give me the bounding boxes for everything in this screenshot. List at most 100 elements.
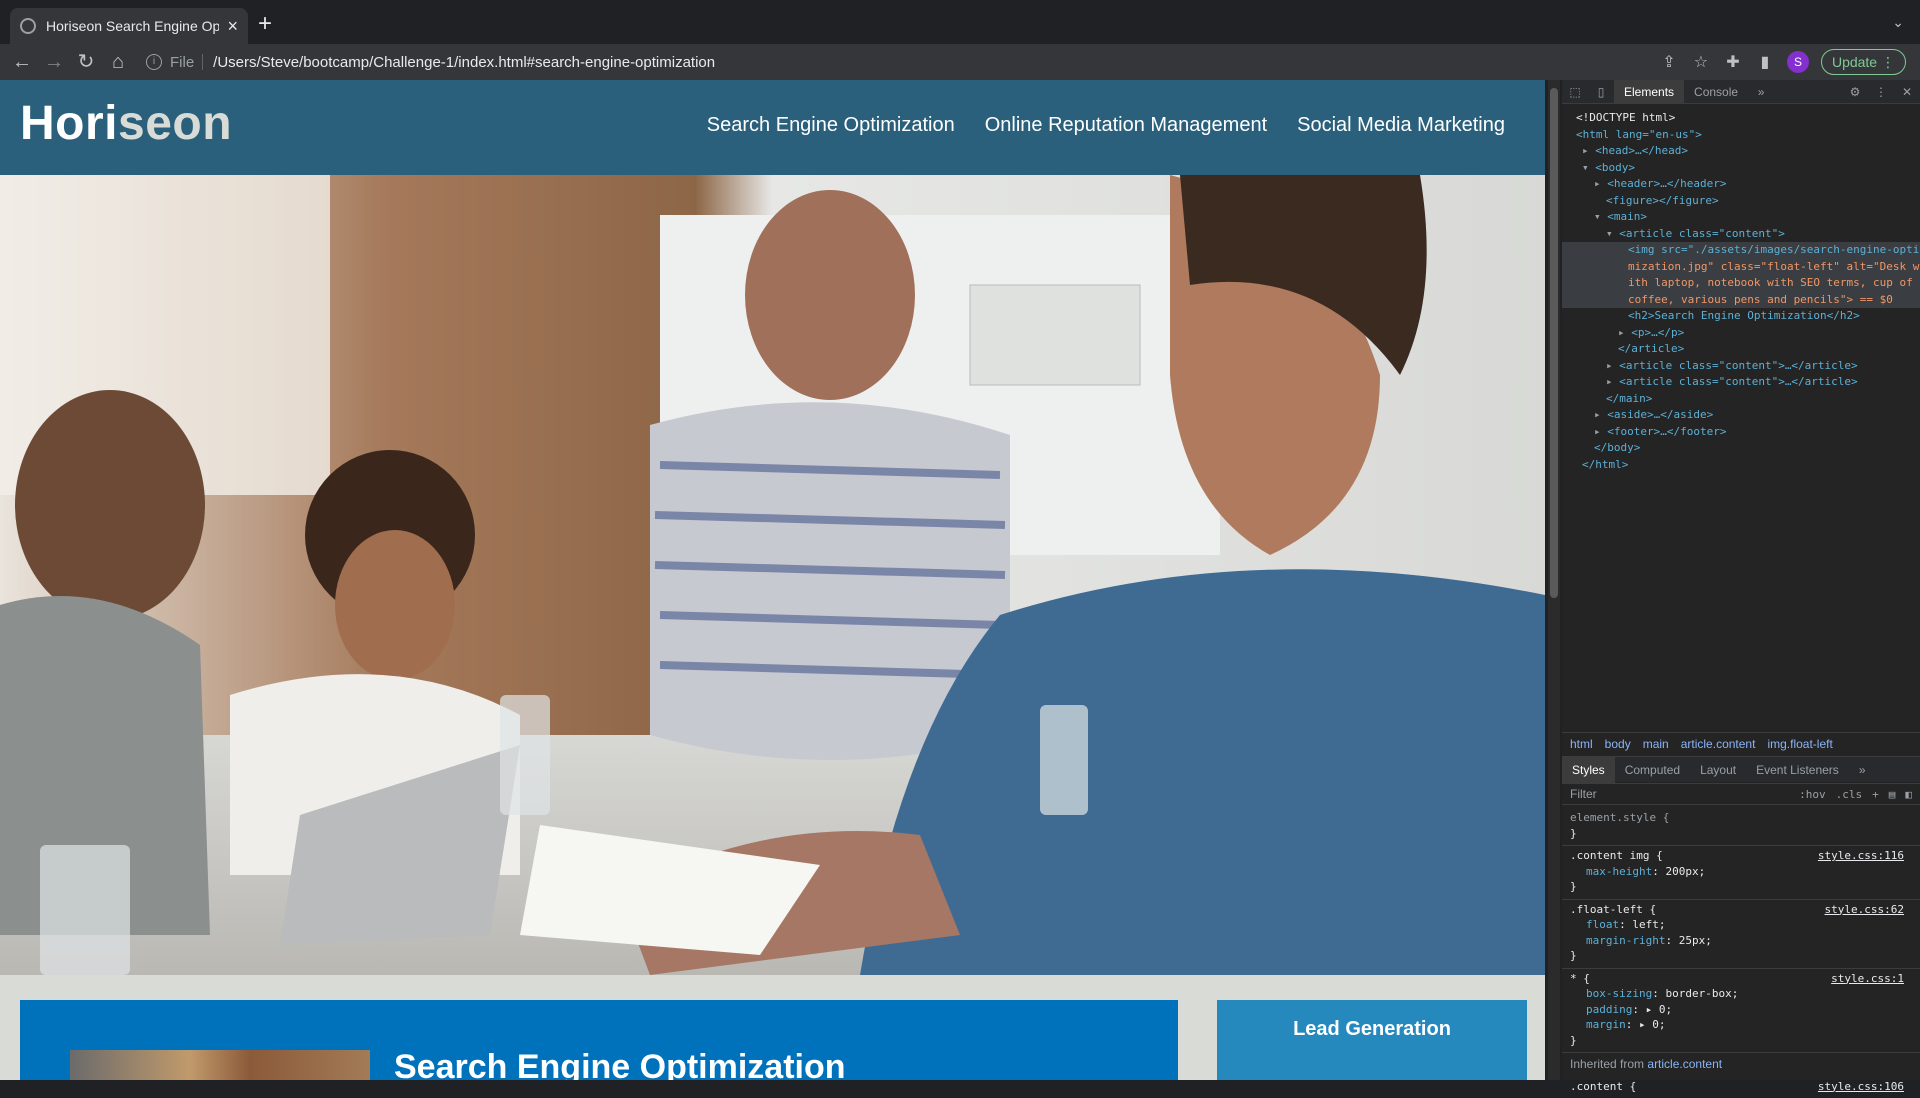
dom-tree: <!DOCTYPE html> <html lang="en-us"> ▸ <h…: [1562, 104, 1920, 473]
site-header: Horiseon Search Engine Optimization Onli…: [0, 80, 1545, 175]
breadcrumb-item[interactable]: main: [1643, 737, 1669, 751]
tab-elements[interactable]: Elements: [1614, 80, 1684, 104]
benefit-lead-generation: Lead Generation: [1217, 1000, 1527, 1080]
dom-node[interactable]: ▸ <article class="content">…</article>: [1576, 358, 1920, 375]
more-tabs-icon[interactable]: »: [1849, 757, 1876, 783]
site-logo[interactable]: Horiseon: [20, 96, 232, 151]
close-devtools-icon[interactable]: ✕: [1894, 85, 1920, 99]
dom-node[interactable]: </html>: [1576, 457, 1920, 474]
rule-selector: element.style {: [1570, 810, 1912, 826]
rule-source-link[interactable]: style.css:1: [1831, 971, 1904, 987]
new-rule-icon[interactable]: +: [1872, 788, 1879, 801]
css-prop-value[interactable]: 200px;: [1665, 865, 1705, 878]
tab-styles[interactable]: Styles: [1562, 757, 1615, 783]
css-prop-value[interactable]: 25px;: [1679, 934, 1712, 947]
style-rules: element.style { } style.css:116 .content…: [1562, 808, 1920, 1098]
dom-node[interactable]: </main>: [1576, 391, 1920, 408]
update-button[interactable]: Update ⋮: [1821, 49, 1906, 75]
tab-search-chevron-icon[interactable]: ⌄: [1892, 14, 1904, 31]
back-icon[interactable]: ←: [6, 52, 38, 72]
dom-node[interactable]: </article>: [1576, 341, 1920, 358]
more-tabs-icon[interactable]: »: [1748, 85, 1774, 99]
sidebar-toggle-icon[interactable]: ◧: [1905, 788, 1912, 801]
dom-node[interactable]: <figure></figure>: [1576, 193, 1920, 210]
style-rule[interactable]: style.css:116 .content img { max-height:…: [1562, 846, 1920, 900]
inherited-label: Inherited from: [1570, 1057, 1644, 1071]
dom-node[interactable]: ▾ <body>: [1576, 160, 1920, 177]
breadcrumb-item[interactable]: img.float-left: [1767, 737, 1832, 751]
nav-link-reputation[interactable]: Online Reputation Management: [985, 114, 1267, 137]
device-toolbar-icon[interactable]: ▯: [1588, 85, 1614, 99]
dom-node[interactable]: <!DOCTYPE html>: [1576, 110, 1920, 127]
devtools-tabbar: ⬚ ▯ Elements Console » ⚙ ⋮ ✕: [1562, 80, 1920, 104]
url-text[interactable]: /Users/Steve/bootcamp/Challenge-1/index.…: [213, 54, 715, 71]
tab-title: Horiseon Search Engine Optim: [46, 18, 219, 34]
dom-node[interactable]: ▸ <header>…</header>: [1576, 176, 1920, 193]
css-prop-name[interactable]: margin: [1586, 1018, 1626, 1031]
dom-node[interactable]: ▾ <main>: [1576, 209, 1920, 226]
tab-layout[interactable]: Layout: [1690, 757, 1746, 783]
nav-link-social[interactable]: Social Media Marketing: [1297, 114, 1505, 137]
style-rule[interactable]: style.css:1 * { box-sizing: border-box; …: [1562, 969, 1920, 1054]
styles-filter[interactable]: Filter :hov .cls + ▤ ◧: [1562, 783, 1920, 805]
css-prop-value[interactable]: ▸ 0;: [1639, 1018, 1666, 1031]
address-bar[interactable]: i File /Users/Steve/bootcamp/Challenge-1…: [146, 48, 715, 76]
dom-node[interactable]: ▸ <footer>…</footer>: [1576, 424, 1920, 441]
dom-node[interactable]: ▸ <p>…</p>: [1576, 325, 1920, 342]
tab-computed[interactable]: Computed: [1615, 757, 1690, 783]
breadcrumb-item[interactable]: article.content: [1681, 737, 1756, 751]
css-prop-value[interactable]: border-box;: [1665, 987, 1738, 1000]
css-prop-name[interactable]: float: [1586, 918, 1619, 931]
breadcrumb-item[interactable]: html: [1570, 737, 1593, 751]
section-heading: Search Engine Optimization: [394, 1048, 846, 1080]
cls-toggle[interactable]: .cls: [1836, 788, 1863, 801]
breadcrumb-item[interactable]: body: [1605, 737, 1631, 751]
dom-node[interactable]: ▸ <aside>…</aside>: [1576, 407, 1920, 424]
css-prop-name[interactable]: box-sizing: [1586, 987, 1652, 1000]
reload-icon[interactable]: ↻: [70, 52, 102, 72]
close-tab-icon[interactable]: ×: [227, 17, 238, 35]
settings-gear-icon[interactable]: ⚙: [1842, 85, 1868, 99]
dom-node[interactable]: ▸ <article class="content">…</article>: [1576, 374, 1920, 391]
css-prop-value[interactable]: ▸ 0;: [1646, 1003, 1673, 1016]
new-tab-icon[interactable]: +: [258, 12, 272, 36]
rule-source-link[interactable]: style.css:62: [1825, 902, 1904, 918]
css-prop-name[interactable]: margin-right: [1586, 934, 1665, 947]
info-icon[interactable]: i: [146, 54, 162, 70]
hero-photo-illustration: [0, 175, 1545, 975]
inspect-element-icon[interactable]: ⬚: [1562, 85, 1588, 99]
update-label: Update: [1832, 54, 1877, 70]
avatar[interactable]: S: [1787, 51, 1809, 73]
side-panel-icon[interactable]: ▮: [1749, 52, 1781, 72]
rule-source-link[interactable]: style.css:106: [1818, 1079, 1904, 1095]
dom-node-selected[interactable]: <img src="./assets/images/search-engine-…: [1562, 242, 1920, 308]
style-rule[interactable]: element.style { }: [1562, 808, 1920, 846]
hov-toggle[interactable]: :hov: [1799, 788, 1826, 801]
filter-input[interactable]: Filter: [1570, 787, 1597, 801]
dom-node[interactable]: <h2>Search Engine Optimization</h2>: [1576, 308, 1920, 325]
kebab-menu-icon[interactable]: ⋮: [1868, 85, 1894, 99]
inherited-from-link[interactable]: article.content: [1647, 1057, 1722, 1071]
dom-node[interactable]: ▸ <head>…</head>: [1576, 143, 1920, 160]
page-viewport: Horiseon Search Engine Optimization Onli…: [0, 80, 1545, 1080]
share-icon[interactable]: ⇪: [1653, 52, 1685, 72]
css-prop-name[interactable]: padding: [1586, 1003, 1632, 1016]
home-icon[interactable]: ⌂: [102, 52, 134, 72]
css-prop-name[interactable]: max-height: [1586, 865, 1652, 878]
bookmark-star-icon[interactable]: ☆: [1685, 52, 1717, 72]
tab-console[interactable]: Console: [1684, 80, 1748, 104]
scrollbar-thumb[interactable]: [1550, 88, 1558, 598]
dom-node[interactable]: ▾ <article class="content">: [1576, 226, 1920, 243]
dom-node[interactable]: </body>: [1576, 440, 1920, 457]
dom-node[interactable]: <html lang="en-us">: [1576, 127, 1920, 144]
rule-source-link[interactable]: style.css:116: [1818, 848, 1904, 864]
tab-event-listeners[interactable]: Event Listeners: [1746, 757, 1849, 783]
style-rule[interactable]: style.css:62 .float-left { float: left; …: [1562, 900, 1920, 969]
browser-tab[interactable]: Horiseon Search Engine Optim ×: [10, 8, 248, 44]
nav-link-seo[interactable]: Search Engine Optimization: [707, 114, 955, 137]
page-scrollbar[interactable]: [1548, 80, 1560, 1080]
paint-icon[interactable]: ▤: [1889, 788, 1896, 801]
css-prop-value[interactable]: left;: [1632, 918, 1665, 931]
extensions-puzzle-icon[interactable]: ✚: [1717, 52, 1749, 72]
forward-icon[interactable]: →: [38, 52, 70, 72]
